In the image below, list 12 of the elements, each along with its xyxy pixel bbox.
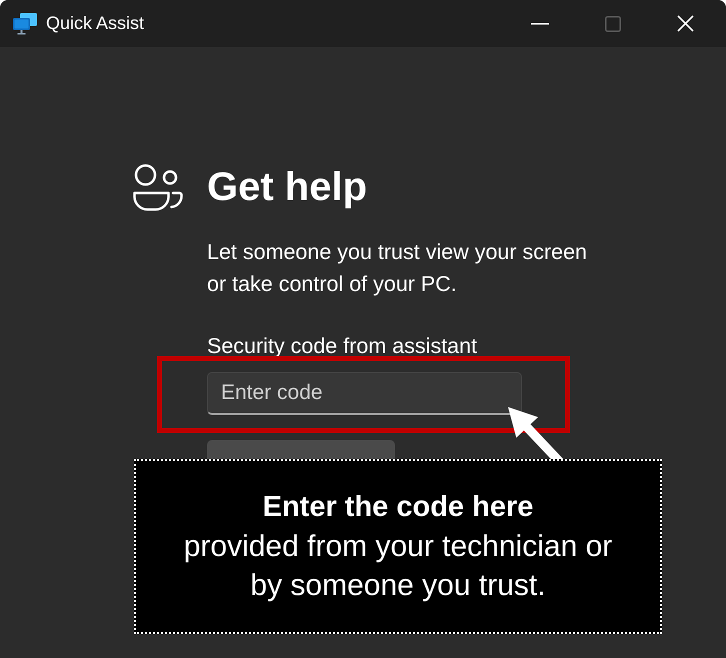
people-icon: [133, 164, 183, 210]
code-input-field[interactable]: Enter code: [207, 372, 522, 415]
callout-heading: Enter the code here: [262, 490, 534, 525]
callout-text: provided from your technician or by someone you trust.: [184, 529, 612, 604]
minimize-icon: [530, 22, 548, 24]
maximize-icon: [604, 16, 620, 32]
field-label: Security code from assistant: [207, 333, 478, 360]
close-icon: [677, 15, 694, 32]
description-text: Let someone you trust view your screen or take control of your PC.: [207, 239, 588, 298]
monitor-icon: [13, 12, 37, 34]
page-title: Get help: [207, 164, 368, 211]
window-title: Quick Assist: [46, 13, 146, 34]
